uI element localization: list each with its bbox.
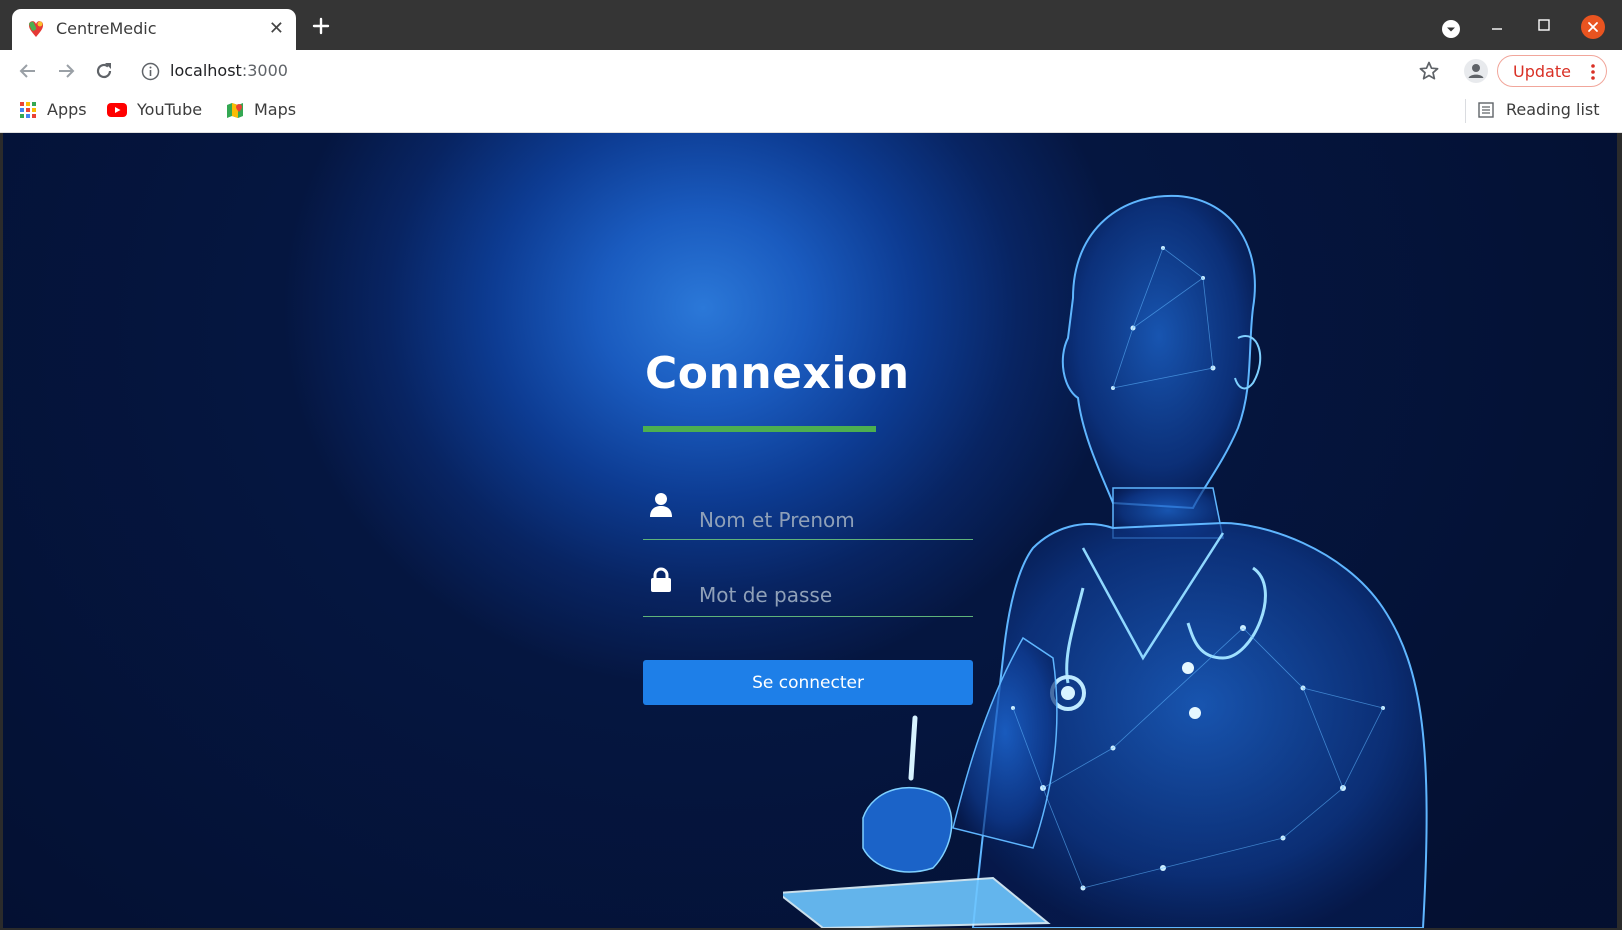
site-info-icon[interactable]: [141, 62, 160, 81]
centremedic-favicon-icon: [28, 21, 44, 37]
bookmark-apps[interactable]: Apps: [19, 100, 87, 119]
back-arrow-icon[interactable]: [17, 60, 39, 82]
title-underline: [643, 426, 876, 432]
tab-title: CentreMedic: [56, 19, 157, 38]
browser-tab[interactable]: CentreMedic ✕: [12, 9, 296, 50]
lock-icon: [651, 567, 671, 592]
bookmarks-bar: Apps YouTube Maps Reading list: [0, 91, 1622, 133]
forward-arrow-icon[interactable]: [55, 60, 77, 82]
browser-toolbar: localhost:3000 Update: [0, 50, 1622, 91]
url-host: localhost: [170, 61, 242, 80]
update-label: Update: [1513, 61, 1571, 81]
password-field: [643, 557, 973, 617]
browser-titlebar: CentreMedic ✕: [0, 0, 1622, 50]
window-close-icon[interactable]: [1581, 15, 1605, 39]
username-input[interactable]: [699, 503, 969, 537]
password-input[interactable]: [699, 578, 969, 612]
reading-list-button[interactable]: Reading list: [1478, 100, 1600, 119]
login-submit-button[interactable]: Se connecter: [643, 660, 973, 705]
bookmark-label: YouTube: [137, 100, 203, 119]
reload-icon[interactable]: [93, 60, 115, 82]
login-title: Connexion: [645, 348, 910, 399]
bookmark-star-icon[interactable]: [1418, 60, 1440, 82]
login-page: Connexion Se connecter: [3, 133, 1617, 928]
bookmark-youtube[interactable]: YouTube: [107, 100, 202, 119]
bookmark-label: Apps: [47, 100, 87, 119]
bookmark-maps[interactable]: Maps: [226, 100, 296, 119]
maps-icon: [227, 102, 243, 118]
new-tab-icon[interactable]: [310, 15, 332, 37]
address-bar[interactable]: localhost:3000: [170, 61, 288, 80]
bookmark-label: Maps: [254, 100, 297, 119]
user-icon: [650, 493, 672, 517]
tab-search-icon[interactable]: [1441, 19, 1461, 39]
minimize-icon[interactable]: [1488, 18, 1506, 36]
maximize-icon[interactable]: [1535, 16, 1553, 34]
tab-close-icon[interactable]: ✕: [269, 18, 284, 40]
url-port: :3000: [241, 61, 288, 80]
divider: [1465, 99, 1466, 123]
reading-list-icon: [1478, 101, 1494, 118]
apps-grid-icon: [20, 101, 36, 118]
update-button[interactable]: Update: [1497, 55, 1607, 87]
reading-list-label: Reading list: [1506, 100, 1600, 119]
profile-avatar-icon[interactable]: [1464, 59, 1488, 83]
more-menu-icon[interactable]: [1590, 63, 1596, 81]
youtube-icon: [107, 102, 127, 117]
username-field: [643, 480, 973, 540]
